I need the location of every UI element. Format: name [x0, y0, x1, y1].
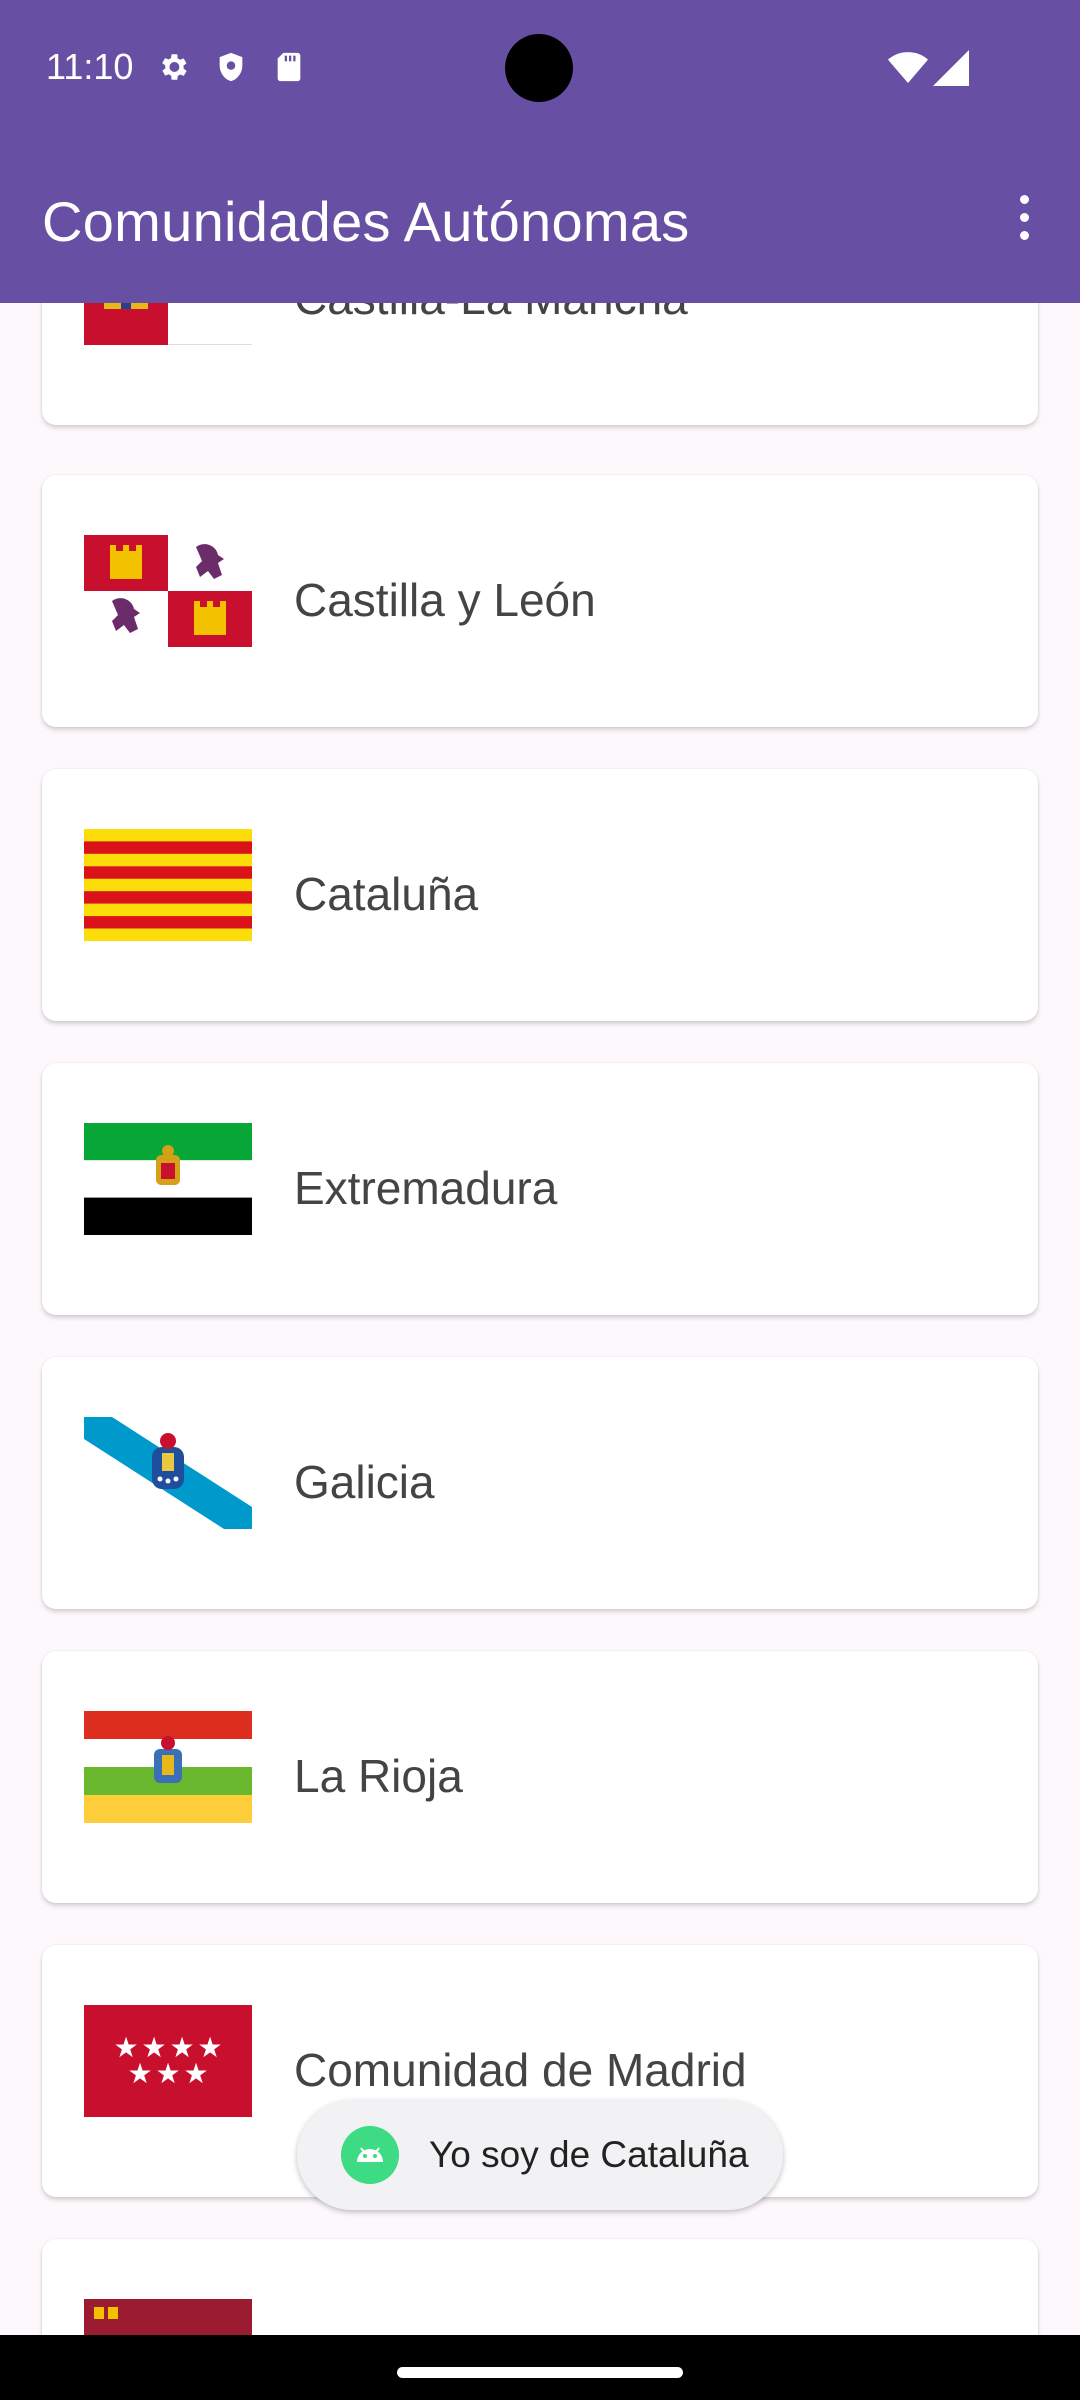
- svg-text:★: ★: [127, 2057, 152, 2090]
- list-item[interactable]: Extremadura: [42, 1063, 1038, 1315]
- list-item[interactable]: La Rioja: [42, 1651, 1038, 1903]
- list-item[interactable]: Cataluña: [42, 769, 1038, 1021]
- svg-text:★: ★: [155, 2057, 180, 2090]
- app-title: Comunidades Autónomas: [42, 190, 690, 253]
- status-time: 11:10: [46, 46, 134, 87]
- toast: Yo soy de Cataluña: [297, 2100, 783, 2210]
- cataluna-flag: [84, 829, 252, 941]
- more-vert-icon[interactable]: [1004, 195, 1044, 241]
- extremadura-flag: [84, 1123, 252, 1235]
- status-bar: 11:10: [0, 0, 1080, 135]
- shield-icon: [219, 52, 243, 82]
- list-item[interactable]: Galicia: [42, 1357, 1038, 1609]
- svg-text:★: ★: [183, 2057, 208, 2090]
- list-item-label: Cataluña: [294, 868, 479, 920]
- settings-icon: [162, 54, 187, 80]
- sd-card-icon: [277, 52, 301, 82]
- list-item-label: Comunidad de Madrid: [294, 2044, 747, 2096]
- wifi-icon: [888, 52, 928, 83]
- galicia-flag: [84, 1417, 252, 1529]
- home-gesture-handle[interactable]: [397, 2367, 683, 2378]
- list-item-label: Extremadura: [294, 1162, 558, 1214]
- list-item-label: Galicia: [294, 1456, 435, 1508]
- castilla-y-leon-flag: [84, 535, 252, 647]
- android-icon: [341, 2126, 399, 2184]
- murcia-flag: [84, 2299, 252, 2335]
- castilla-la-mancha-flag: [84, 303, 252, 345]
- madrid-flag: ★ ★ ★ ★ ★ ★ ★: [84, 2005, 252, 2117]
- list-item[interactable]: [42, 2239, 1038, 2335]
- list-item-label: Castilla y León: [294, 574, 596, 626]
- signal-icon: [933, 50, 969, 86]
- list-item-label: Castilla-La Mancha: [294, 303, 688, 325]
- camera-cutout: [505, 34, 573, 102]
- app-bar: Comunidades Autónomas: [0, 135, 1080, 303]
- list-item-label: La Rioja: [294, 1750, 463, 1802]
- list-item[interactable]: Castilla-La Mancha: [42, 303, 1038, 425]
- toast-message: Yo soy de Cataluña: [429, 2134, 749, 2175]
- la-rioja-flag: [84, 1711, 252, 1823]
- communities-list[interactable]: Castilla-La Mancha Castilla y León: [0, 303, 1080, 2335]
- list-item[interactable]: Castilla y León: [42, 475, 1038, 727]
